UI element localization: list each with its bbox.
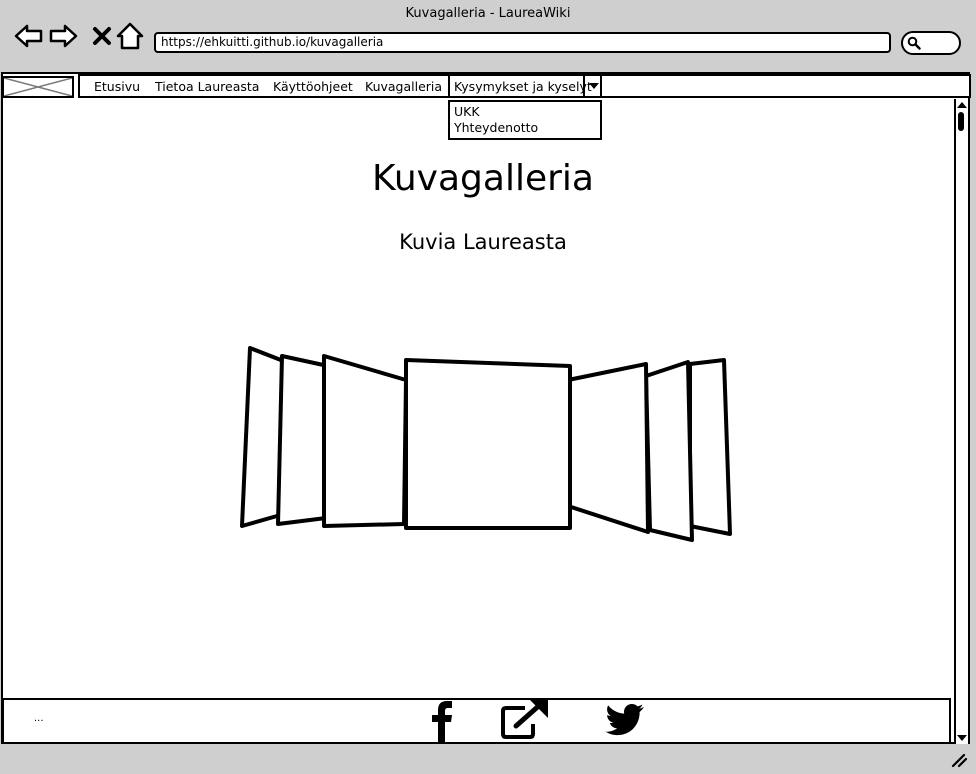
status-bar (0, 746, 976, 774)
site-logo[interactable] (2, 76, 74, 98)
scroll-down-arrow-icon[interactable] (956, 733, 968, 743)
forward-arrow-icon[interactable] (48, 20, 80, 52)
browser-search-field[interactable] (901, 31, 961, 55)
resize-grip-icon[interactable] (950, 752, 968, 768)
page-subtitle: Kuvia Laureasta (399, 230, 567, 254)
menu-item-tietoa-laureasta[interactable]: Tietoa Laureasta (155, 79, 259, 94)
carousel-image-left-2 (276, 354, 330, 526)
facebook-icon[interactable] (428, 700, 456, 742)
back-arrow-icon[interactable] (12, 20, 44, 52)
dropdown-option-yhteydenotto[interactable]: Yhteydenotto (454, 120, 538, 135)
home-icon[interactable] (114, 20, 146, 52)
image-carousel-icon[interactable] (236, 340, 740, 546)
carousel-image-left-1 (322, 354, 408, 528)
window-title: Kuvagalleria - LaureaWiki (405, 6, 571, 21)
url-input[interactable]: https://ehkuitti.github.io/kuvagalleria (154, 32, 891, 53)
image-placeholder-icon (4, 78, 72, 96)
carousel-image-center (404, 358, 572, 530)
twitter-icon[interactable] (601, 702, 645, 740)
scroll-up-arrow-icon[interactable] (956, 100, 968, 110)
dropdown-label[interactable]: Kysymykset ja kyselyt (454, 79, 592, 94)
page-footer (2, 698, 951, 744)
footer-text: ... (34, 713, 44, 724)
carousel-image-right-2 (644, 360, 694, 542)
dropdown-toggle-button[interactable] (583, 74, 602, 98)
search-icon (907, 36, 921, 50)
menu-item-kayttoohjeet[interactable]: Käyttöohjeet (273, 79, 353, 94)
page-title: Kuvagalleria (372, 158, 594, 199)
carousel-image-right-3 (688, 358, 732, 536)
scrollbar-thumb[interactable] (958, 112, 964, 131)
chevron-down-icon (589, 83, 599, 89)
carousel-image-right-1 (566, 362, 650, 534)
dropdown-option-ukk[interactable]: UKK (454, 104, 480, 119)
menu-item-kuvagalleria[interactable]: Kuvagalleria (365, 79, 442, 94)
menu-item-etusivu[interactable]: Etusivu (94, 79, 140, 94)
external-link-icon[interactable] (500, 698, 550, 740)
